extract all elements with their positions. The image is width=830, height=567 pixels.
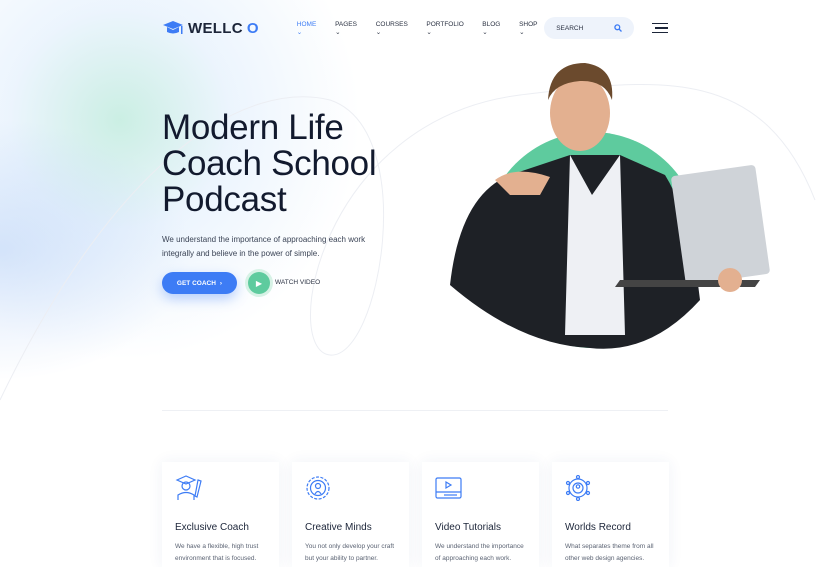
chevron-right-icon: ›	[219, 279, 223, 287]
title-line: Modern Life	[162, 108, 344, 147]
search-placeholder: SEARCH	[556, 24, 584, 32]
hero-title: Modern Life Coach School Podcast	[162, 108, 377, 219]
hero-coach-image	[450, 63, 770, 349]
feature-text: You not only develop your craft but your…	[305, 543, 395, 562]
nav-label: PORTFOLIO	[426, 20, 464, 28]
play-video-button[interactable]: ▶	[248, 272, 270, 294]
feature-title: Creative Minds	[305, 522, 372, 533]
network-icon	[565, 474, 591, 502]
nav-pages[interactable]: PAGES ⌄	[335, 21, 364, 36]
video-icon	[435, 477, 462, 499]
nav-blog[interactable]: BLOG ⌄	[482, 21, 507, 36]
header-nav: WELLC O HOME ⌄ PAGES ⌄ COURSES ⌄ PORTFOLI…	[162, 17, 668, 39]
logo-accent: O	[246, 19, 259, 37]
feature-card: Video Tutorials We understand the import…	[422, 462, 539, 567]
main-menu: HOME ⌄ PAGES ⌄ COURSES ⌄ PORTFOLIO ⌄ BLO…	[297, 21, 544, 36]
logo[interactable]: WELLC O	[162, 20, 259, 37]
hero-lead: We understand the importance of approach…	[162, 235, 366, 258]
graduation-cap-icon	[163, 21, 183, 34]
feature-text: What separates theme from all other web …	[565, 543, 654, 562]
search-input[interactable]: SEARCH	[544, 17, 635, 39]
nav-shop[interactable]: SHOP ⌄	[519, 21, 544, 36]
feature-text: We understand the importance of approach…	[435, 543, 524, 562]
nav-portfolio[interactable]: PORTFOLIO ⌄	[426, 21, 470, 36]
feature-title: Video Tutorials	[435, 522, 501, 533]
section-divider	[162, 410, 668, 411]
feature-card: Exclusive Coach We have a flexible, high…	[162, 462, 279, 567]
nav-label: HOME	[296, 20, 317, 28]
nav-label: COURSES	[375, 20, 408, 28]
title-line: Coach School	[162, 144, 377, 183]
features-list: Exclusive Coach We have a flexible, high…	[162, 462, 669, 567]
nav-label: BLOG	[482, 20, 501, 28]
nav-label: SHOP	[519, 20, 538, 28]
button-label: GET COACH	[176, 279, 216, 287]
graduate-icon	[175, 475, 202, 500]
feature-title: Exclusive Coach	[175, 522, 249, 533]
hamburger-menu-icon[interactable]	[652, 20, 668, 37]
title-line: Podcast	[162, 180, 287, 219]
feature-text: We have a flexible, high trust environme…	[175, 543, 259, 562]
get-coach-button[interactable]: GET COACH ›	[162, 272, 237, 294]
nav-home[interactable]: HOME ⌄	[297, 21, 323, 36]
feature-card: Worlds Record What separates theme from …	[552, 462, 669, 567]
logo-text: WELLC	[188, 19, 243, 37]
gear-mind-icon	[306, 476, 330, 500]
nav-label: PAGES	[335, 20, 357, 28]
search-icon[interactable]	[614, 24, 623, 32]
watch-video-link[interactable]: WATCH VIDEO	[275, 279, 320, 286]
nav-courses[interactable]: COURSES ⌄	[376, 21, 415, 36]
feature-card: Creative Minds You not only develop your…	[292, 462, 409, 567]
play-icon: ▶	[255, 278, 263, 288]
feature-title: Worlds Record	[565, 522, 631, 533]
